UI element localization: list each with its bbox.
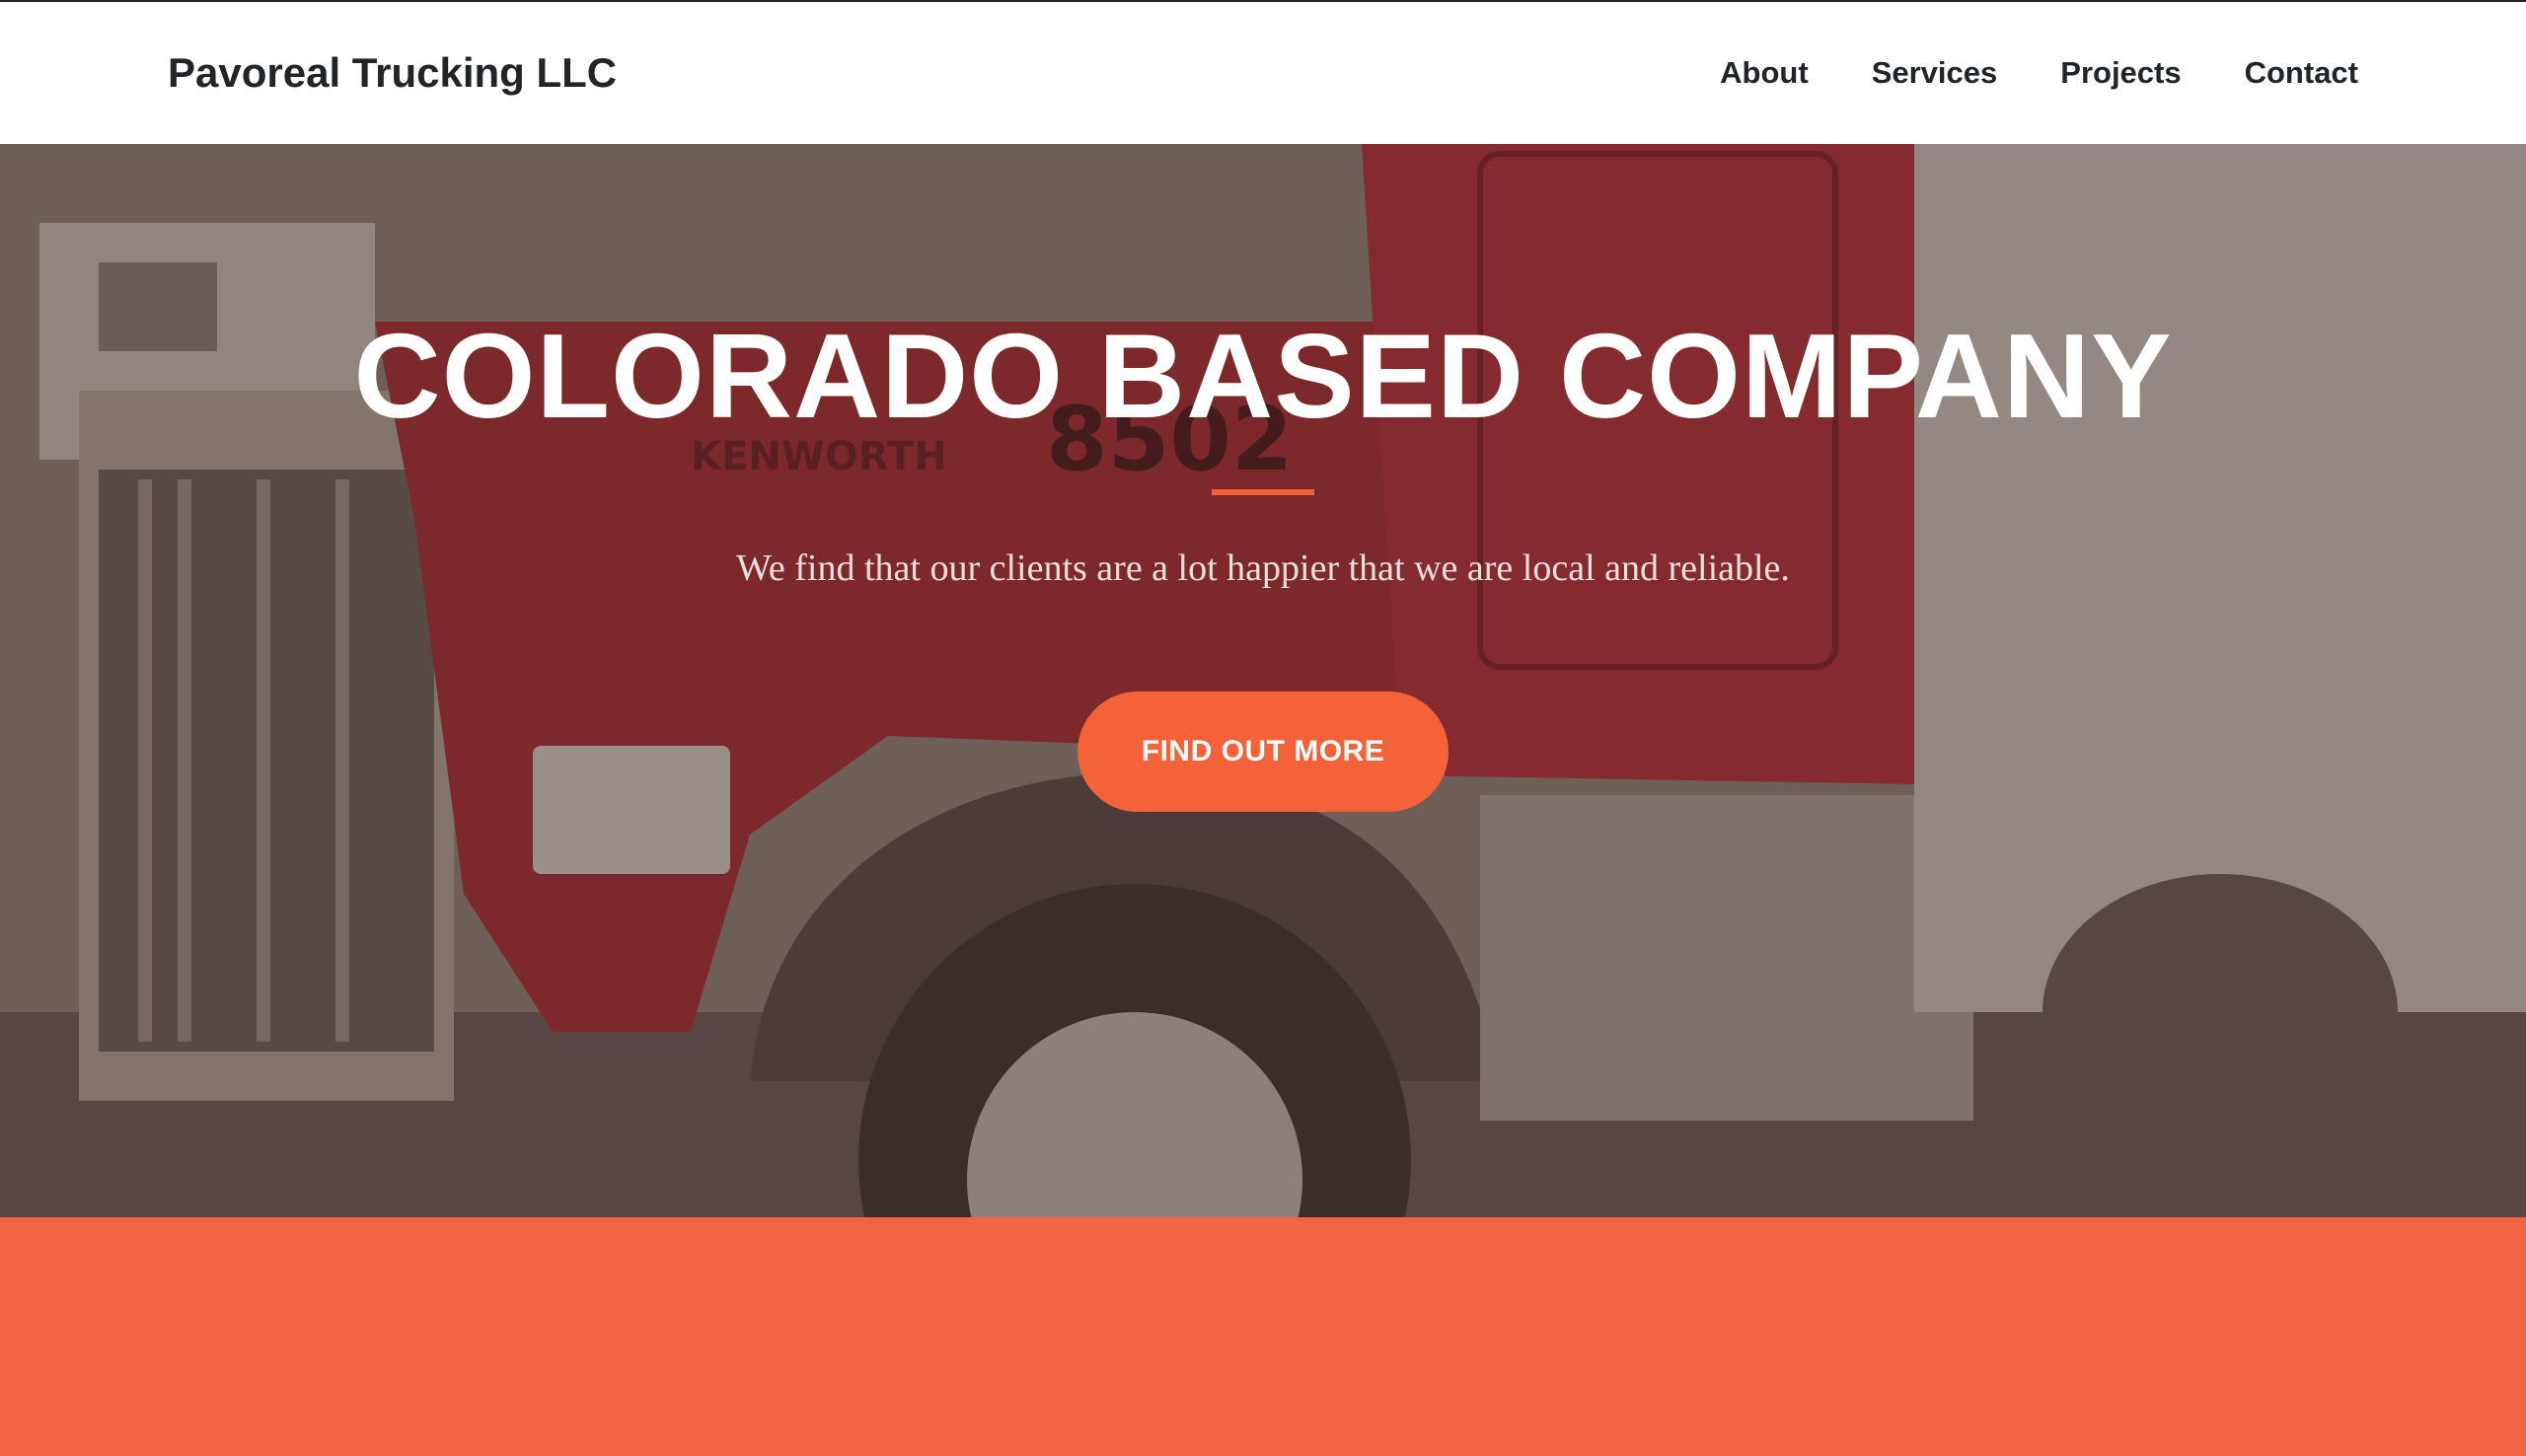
hero-section: KENWORTH 8502 COLORADO BASED COMPANY We … [0,144,2526,1217]
nav-link-contact[interactable]: Contact [2245,55,2358,91]
find-out-more-button[interactable]: FIND OUT MORE [1077,692,1449,812]
hero-content: COLORADO BASED COMPANY We find that our … [0,144,2526,1217]
nav-links: About Services Projects Contact [1657,2,2358,144]
navbar: Pavoreal Trucking LLC About Services Pro… [0,2,2526,144]
hero-title: COLORADO BASED COMPANY [353,309,2173,443]
nav-link-services[interactable]: Services [1872,55,1998,91]
nav-link-about[interactable]: About [1720,55,1809,91]
hero-subtitle: We find that our clients are a lot happi… [736,547,1790,589]
nav-link-projects[interactable]: Projects [2060,55,2181,91]
about-section-band [0,1217,2526,1456]
hero-divider [1212,489,1314,495]
brand-logo-link[interactable]: Pavoreal Trucking LLC [168,2,617,144]
